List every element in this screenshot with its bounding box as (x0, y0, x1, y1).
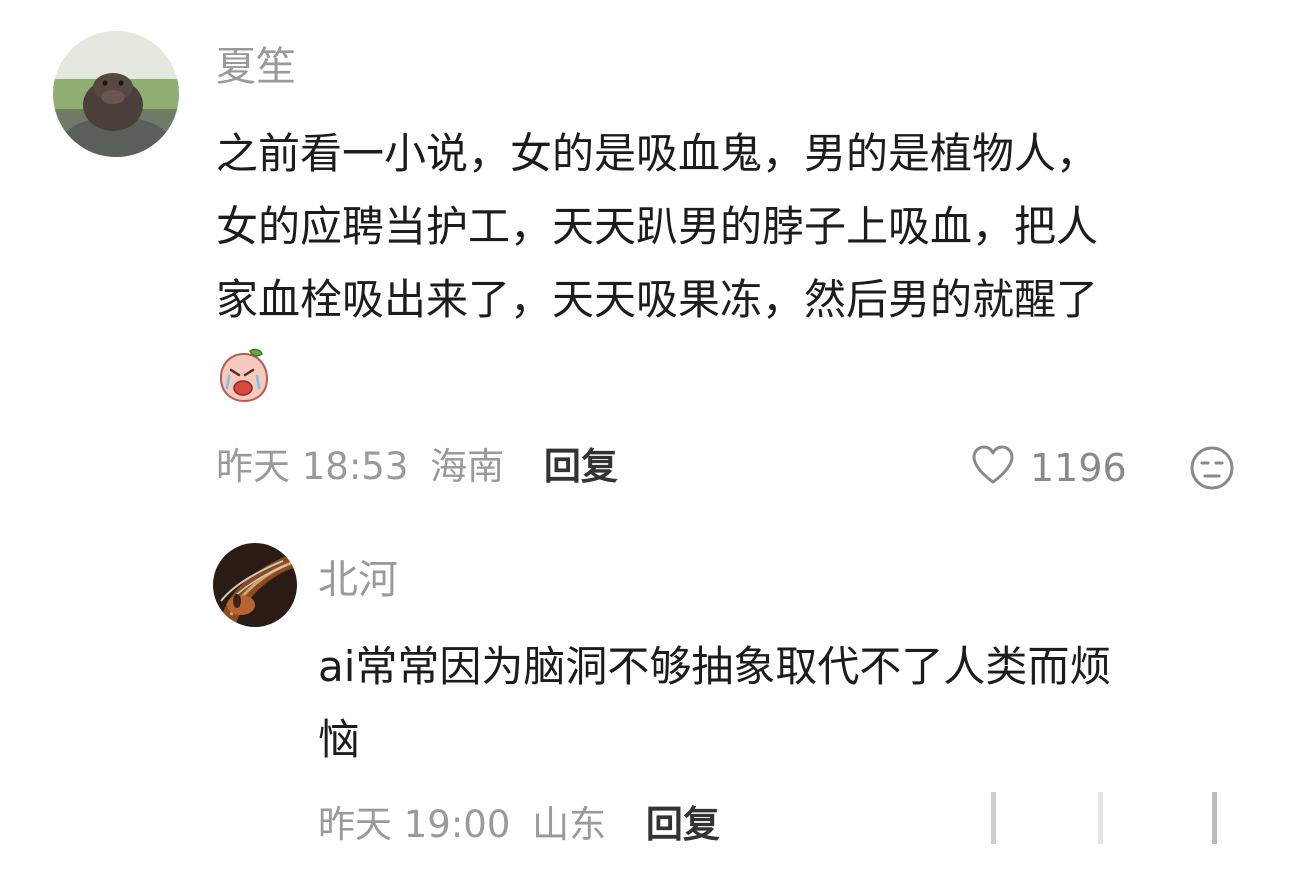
reply-text-line: ai常常因为脑洞不够抽象取代不了人类而烦 (318, 642, 1112, 691)
comment-time: 昨天 18:53 (216, 445, 409, 488)
hippo-avatar-image (53, 31, 179, 157)
partial-icon-fragment (991, 792, 996, 844)
heart-outline-icon (970, 444, 1016, 492)
comment-meta: 昨天 18:53 海南 回复 (216, 448, 618, 485)
comment-text-line: 家血栓吸出来了，天天吸果冻，然后男的就醒了 (216, 275, 1099, 324)
reply-text: ai常常因为脑洞不够抽象取代不了人类而烦 恼 (318, 630, 1111, 776)
dislike-button[interactable] (1188, 444, 1236, 492)
reply-user-avatar[interactable] (213, 543, 297, 627)
reply-time: 昨天 19:00 (318, 803, 511, 846)
partial-icon-fragment (1212, 792, 1217, 844)
like-count: 1196 (1030, 446, 1127, 490)
comment-text-line: 女的应聘当护工，天天趴男的脖子上吸血，把人 (216, 202, 1099, 251)
reply-location: 山东 (532, 803, 607, 846)
crying-peach-sticker (217, 348, 271, 404)
comment-text: 之前看一小说，女的是吸血鬼，男的是植物人， 女的应聘当护工，天天趴男的脖子上吸血… (216, 117, 1098, 336)
reply-text-line: 恼 (318, 715, 361, 764)
meh-face-icon (1188, 444, 1236, 496)
violin-avatar-image (213, 543, 297, 627)
reply-username[interactable]: 北河 (318, 560, 398, 600)
like-button[interactable]: 1196 (970, 444, 1127, 492)
user-avatar[interactable] (53, 31, 179, 157)
reply-meta: 昨天 19:00 山东 回复 (318, 806, 720, 843)
comment-reply-button[interactable]: 回复 (544, 445, 618, 488)
comment-text-line: 之前看一小说，女的是吸血鬼，男的是植物人， (216, 129, 1099, 178)
comment-location: 海南 (430, 445, 505, 488)
reply-reply-button[interactable]: 回复 (646, 803, 720, 846)
partial-icon-fragment (1098, 792, 1103, 844)
comment-username[interactable]: 夏笙 (216, 47, 296, 87)
